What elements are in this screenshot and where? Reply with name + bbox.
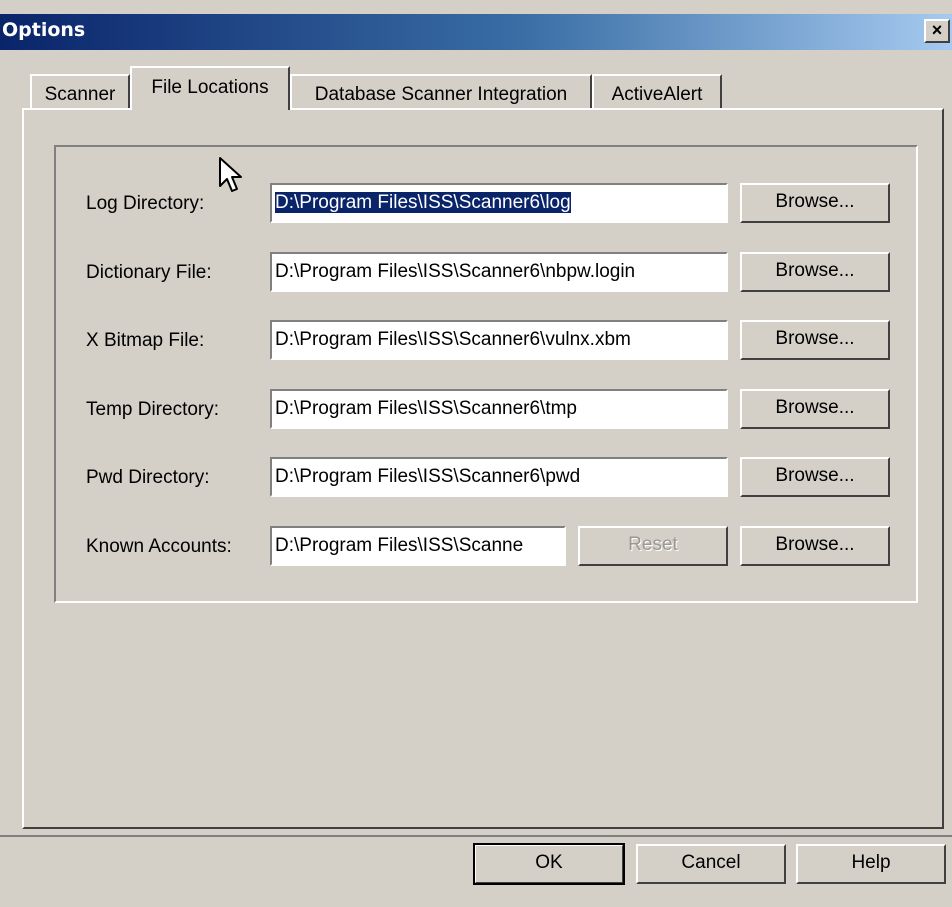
x-bitmap-file-value: D:\Program Files\ISS\Scanner6\vulnx.xbm: [275, 329, 631, 350]
x-bitmap-file-label: X Bitmap File:: [86, 330, 205, 351]
tab-label: File Locations: [151, 77, 269, 98]
dictionary-file-label: Dictionary File:: [86, 262, 212, 283]
pwd-directory-browse-button[interactable]: Browse...: [740, 457, 890, 497]
pwd-directory-field[interactable]: D:\Program Files\ISS\Scanner6\pwd: [270, 457, 728, 497]
dictionary-file-field[interactable]: D:\Program Files\ISS\Scanner6\nbpw.login: [270, 252, 728, 292]
tab-scanner[interactable]: Scanner: [30, 74, 130, 108]
window-title: Options: [2, 19, 86, 41]
footer-divider: [0, 835, 952, 837]
title-bar[interactable]: Options ×: [0, 14, 952, 50]
options-dialog: Options × Scanner File Locations Databas…: [0, 0, 952, 907]
temp-directory-field[interactable]: D:\Program Files\ISS\Scanner6\tmp: [270, 389, 728, 429]
temp-directory-label: Temp Directory:: [86, 399, 220, 420]
pwd-directory-label: Pwd Directory:: [86, 467, 210, 488]
cancel-button[interactable]: Cancel: [636, 844, 786, 884]
tab-database-scanner-integration[interactable]: Database Scanner Integration: [290, 74, 592, 108]
ok-button[interactable]: OK: [473, 843, 625, 885]
log-directory-label: Log Directory:: [86, 193, 205, 214]
close-button[interactable]: ×: [924, 19, 950, 43]
reset-button[interactable]: Reset: [578, 526, 728, 566]
x-bitmap-file-field[interactable]: D:\Program Files\ISS\Scanner6\vulnx.xbm: [270, 320, 728, 360]
x-bitmap-file-browse-button[interactable]: Browse...: [740, 320, 890, 360]
tab-label: Database Scanner Integration: [314, 84, 568, 105]
tab-label: ActiveAlert: [611, 84, 703, 105]
known-accounts-browse-button[interactable]: Browse...: [740, 526, 890, 566]
dictionary-file-browse-button[interactable]: Browse...: [740, 252, 890, 292]
help-button[interactable]: Help: [796, 844, 946, 884]
temp-directory-browse-button[interactable]: Browse...: [740, 389, 890, 429]
known-accounts-label: Known Accounts:: [86, 536, 232, 557]
log-directory-browse-button[interactable]: Browse...: [740, 183, 890, 223]
log-directory-value: D:\Program Files\ISS\Scanner6\log: [275, 192, 571, 213]
tab-activealert[interactable]: ActiveAlert: [592, 74, 722, 108]
tab-label: Scanner: [44, 84, 116, 105]
close-icon: ×: [931, 20, 943, 40]
pwd-directory-value: D:\Program Files\ISS\Scanner6\pwd: [275, 466, 581, 487]
mouse-pointer-icon: [219, 157, 242, 192]
temp-directory-value: D:\Program Files\ISS\Scanner6\tmp: [275, 398, 577, 419]
known-accounts-field[interactable]: D:\Program Files\ISS\Scanne: [270, 526, 566, 566]
log-directory-field[interactable]: D:\Program Files\ISS\Scanner6\log: [270, 183, 728, 223]
known-accounts-value: D:\Program Files\ISS\Scanne: [275, 535, 524, 556]
dictionary-file-value: D:\Program Files\ISS\Scanner6\nbpw.login: [275, 261, 636, 282]
tab-file-locations[interactable]: File Locations: [130, 66, 290, 110]
